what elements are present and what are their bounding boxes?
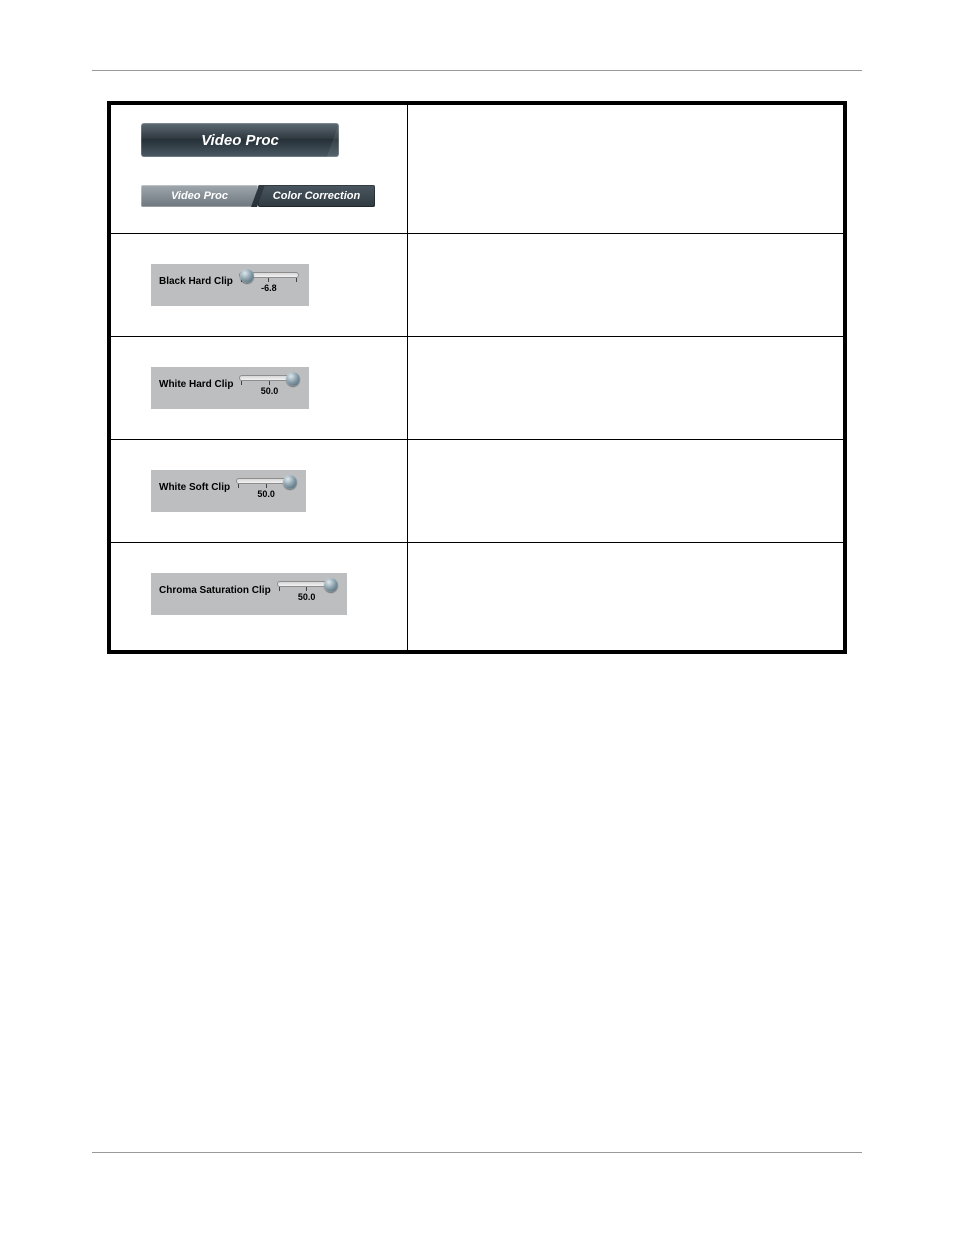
controls-table: Video Proc Video Proc Color Correction (107, 101, 847, 654)
white-hard-clip-slider[interactable] (239, 375, 299, 381)
slider-thumb-icon[interactable] (240, 269, 254, 283)
white-hard-clip-panel: White Hard Clip 50.0 (151, 367, 309, 409)
white-soft-clip-label: White Soft Clip (159, 478, 236, 493)
chroma-sat-clip-panel: Chroma Saturation Clip 50.0 (151, 573, 347, 615)
white-hard-clip-label: White Hard Clip (159, 375, 239, 390)
tab-color-correction-label: Color Correction (273, 190, 360, 202)
cell-black-hard-desc (407, 233, 845, 336)
black-hard-clip-label: Black Hard Clip (159, 272, 239, 287)
white-hard-clip-value: 50.0 (261, 386, 279, 396)
white-soft-clip-value: 50.0 (257, 489, 275, 499)
slider-thumb-icon[interactable] (283, 475, 297, 489)
cell-white-hard-desc (407, 336, 845, 439)
white-soft-clip-panel: White Soft Clip 50.0 (151, 470, 306, 512)
tab-strip: Video Proc Color Correction (141, 185, 375, 207)
tab-video-proc-label: Video Proc (171, 190, 228, 202)
cell-header-desc (407, 103, 845, 233)
black-hard-clip-slider[interactable] (239, 272, 299, 278)
header-rule (92, 70, 862, 71)
white-soft-clip-slider[interactable] (236, 478, 296, 484)
chroma-sat-clip-value: 50.0 (298, 592, 316, 602)
black-hard-clip-value: -6.8 (261, 283, 277, 293)
slider-thumb-icon[interactable] (324, 578, 338, 592)
chroma-sat-clip-label: Chroma Saturation Clip (159, 581, 277, 596)
footer-rule (92, 1152, 862, 1153)
cell-white-soft-desc (407, 439, 845, 542)
cell-chroma-desc (407, 542, 845, 652)
chroma-sat-clip-slider[interactable] (277, 581, 337, 587)
tab-video-proc[interactable]: Video Proc (141, 185, 258, 207)
video-proc-button[interactable]: Video Proc (141, 123, 339, 157)
slider-thumb-icon[interactable] (286, 372, 300, 386)
video-proc-button-label: Video Proc (201, 132, 279, 149)
tab-color-correction[interactable]: Color Correction (258, 185, 375, 207)
black-hard-clip-panel: Black Hard Clip -6.8 (151, 264, 309, 306)
